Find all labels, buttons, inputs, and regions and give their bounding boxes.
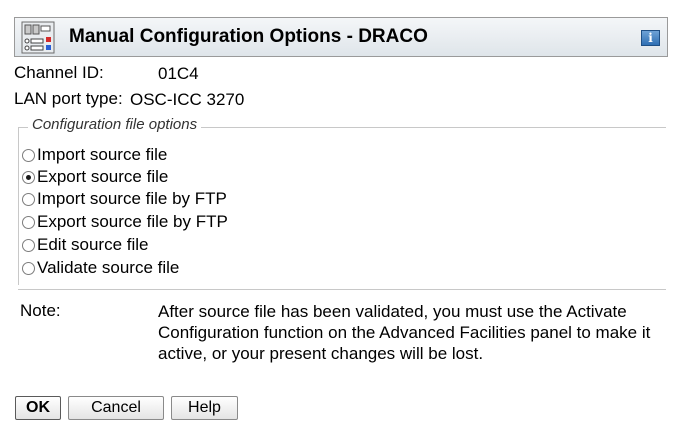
ok-button[interactable]: OK: [15, 396, 61, 420]
network-adapter-icon: [21, 21, 55, 54]
radio-label: Import source file: [37, 145, 168, 164]
divider: [18, 289, 666, 290]
radio-option-import-source-file[interactable]: Import source file: [22, 144, 167, 166]
config-options-legend: Configuration file options: [28, 116, 202, 134]
radio-label: Export source file: [37, 167, 169, 186]
info-icon[interactable]: i: [641, 30, 660, 46]
radio-option-export-source-file[interactable]: Export source file: [22, 166, 168, 188]
lan-port-type-value: OSC-ICC 3270: [130, 90, 245, 109]
radio-option-validate-source-file[interactable]: Validate source file: [22, 257, 179, 279]
channel-id-label: Channel ID:: [14, 63, 104, 82]
radio-button[interactable]: [22, 238, 35, 252]
window-title: Manual Configuration Options - DRACO: [69, 26, 428, 47]
radio-option-import-source-file-by-ftp[interactable]: Import source file by FTP: [22, 188, 227, 210]
help-button[interactable]: Help: [171, 396, 238, 420]
radio-option-export-source-file-by-ftp[interactable]: Export source file by FTP: [22, 211, 228, 233]
radio-label: Import source file by FTP: [37, 189, 227, 208]
note-label: Note:: [20, 301, 61, 320]
channel-id-value: 01C4: [158, 64, 199, 83]
radio-button[interactable]: [22, 170, 35, 184]
radio-label: Export source file by FTP: [37, 212, 228, 231]
radio-button[interactable]: [22, 192, 35, 206]
note-text: After source file has been validated, yo…: [158, 302, 651, 363]
radio-button[interactable]: [22, 148, 35, 162]
radio-option-edit-source-file[interactable]: Edit source file: [22, 234, 149, 256]
radio-label: Validate source file: [37, 258, 180, 277]
radio-label: Edit source file: [37, 235, 149, 254]
radio-button[interactable]: [22, 215, 35, 229]
lan-port-type-label: LAN port type:: [14, 89, 123, 108]
cancel-button[interactable]: Cancel: [68, 396, 164, 420]
radio-button[interactable]: [22, 261, 35, 275]
title-bar: Manual Configuration Options - DRACO i: [14, 17, 668, 57]
